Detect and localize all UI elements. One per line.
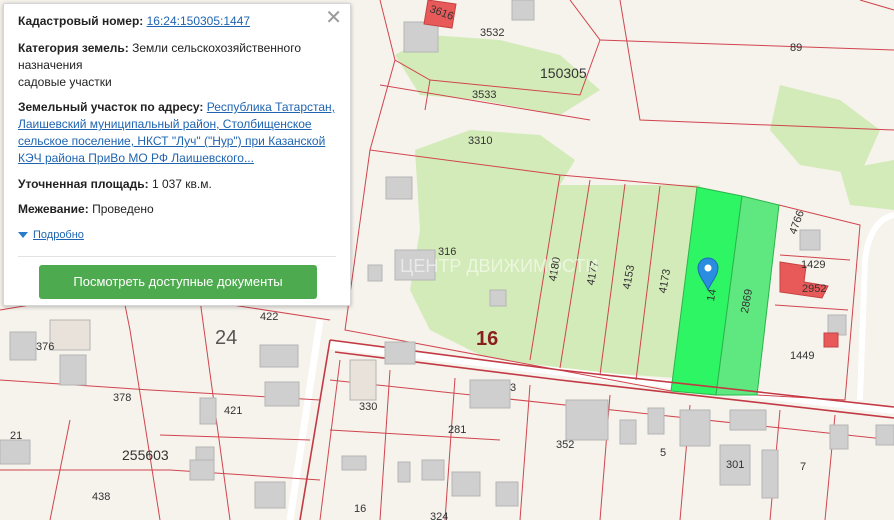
block-number-label: 16: [476, 328, 498, 350]
view-documents-button[interactable]: Посмотреть доступные документы: [39, 265, 317, 299]
parcel-label: 281: [448, 424, 466, 436]
parcel-label: 1429: [801, 259, 825, 271]
parcel-label: 5: [660, 447, 666, 459]
block-number-label: 24: [215, 327, 237, 349]
quarter-label: 255603: [122, 447, 169, 463]
parcel-label: 14: [705, 288, 719, 302]
parcel-label: 21: [10, 430, 22, 442]
parcel-label: 352: [556, 439, 574, 451]
land-use-value: садовые участки: [18, 75, 112, 89]
parcel-label: 376: [36, 341, 54, 353]
address-label: Земельный участок по адресу:: [18, 100, 204, 114]
parcel-label: 16: [354, 503, 366, 515]
parcel-label: 3: [510, 382, 516, 394]
area-label: Уточненная площадь:: [18, 177, 149, 191]
parcel-label: 1449: [790, 350, 814, 362]
cadastral-number-row: Кадастровый номер: 16:24:150305:1447: [18, 13, 340, 30]
cadastral-number-label: Кадастровый номер:: [18, 14, 144, 28]
survey-row: Межевание: Проведено: [18, 201, 340, 218]
cadastral-number-link[interactable]: 16:24:150305:1447: [147, 14, 250, 28]
address-row: Земельный участок по адресу: Республика …: [18, 99, 340, 167]
parcel-label: 422: [260, 311, 278, 323]
details-link[interactable]: Подробно: [33, 229, 84, 241]
parcel-label: 301: [726, 459, 744, 471]
parcel-label: 438: [92, 491, 110, 503]
land-category-label: Категория земель:: [18, 41, 129, 55]
quarter-label: 150305: [540, 65, 587, 81]
area-value: 1 037 кв.м.: [151, 177, 212, 191]
parcel-label: 378: [113, 392, 131, 404]
parcel-label: 7: [800, 461, 806, 473]
survey-label: Межевание:: [18, 202, 89, 216]
watermark: ЦЕНТР ДВИЖИМОСТИ: [400, 256, 598, 276]
parcel-label: 3532: [480, 27, 504, 39]
parcel-label: 330: [359, 401, 377, 413]
area-row: Уточненная площадь: 1 037 кв.м.: [18, 176, 340, 193]
parcel-label: 3310: [468, 135, 492, 147]
parcel-label: 2952: [802, 283, 826, 295]
parcel-label: 3533: [472, 89, 496, 101]
parcel-info-popup: ✕ Кадастровый номер: 16:24:150305:1447 К…: [3, 3, 351, 306]
parcel-label: 89: [790, 42, 802, 54]
survey-value: Проведено: [92, 202, 154, 216]
triangle-down-icon: [18, 231, 28, 238]
details-toggle[interactable]: Подробно: [18, 226, 340, 244]
parcel-label: 324: [430, 511, 448, 520]
land-category-row: Категория земель: Земли сельскохозяйстве…: [18, 40, 340, 91]
parcel-label: 421: [224, 405, 242, 417]
divider: [18, 256, 336, 257]
